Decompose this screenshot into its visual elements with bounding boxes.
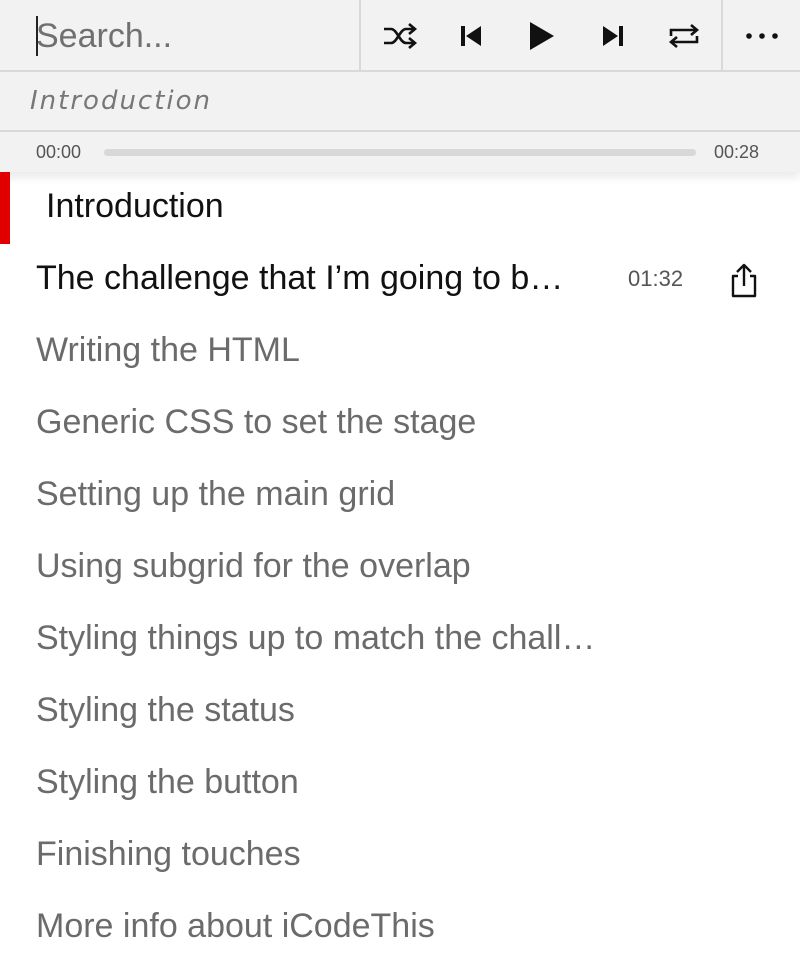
- chapter-label: Introduction: [46, 187, 224, 225]
- chapter-player: Introduction 00:00 00:28 Introduction Th…: [0, 0, 800, 964]
- player-toolbar: [0, 0, 800, 72]
- chapter-item[interactable]: Styling the status: [0, 676, 800, 748]
- chapter-item[interactable]: Generic CSS to set the stage: [0, 388, 800, 460]
- total-time: 00:28: [714, 142, 760, 162]
- chapter-label: Styling the button: [36, 763, 299, 801]
- next-button[interactable]: [593, 16, 633, 56]
- chapter-label: Styling the status: [36, 691, 295, 729]
- chapter-label: Styling things up to match the challenge: [36, 619, 596, 657]
- play-icon: [530, 22, 554, 50]
- more-horizontal-icon: [746, 33, 778, 39]
- chapter-item[interactable]: Styling things up to match the challenge: [0, 604, 800, 676]
- shuffle-icon: [384, 23, 418, 49]
- chapter-item[interactable]: Setting up the main grid: [0, 460, 800, 532]
- elapsed-time: 00:00: [36, 142, 82, 162]
- shuffle-button[interactable]: [380, 16, 420, 56]
- chapter-item[interactable]: Finishing touches: [0, 820, 800, 892]
- progress-track[interactable]: [104, 149, 696, 156]
- share-button[interactable]: [726, 260, 762, 300]
- chapter-item[interactable]: Writing the HTML: [0, 316, 800, 388]
- repeat-button[interactable]: [664, 16, 704, 56]
- chapter-label: Writing the HTML: [36, 331, 300, 369]
- chapter-item[interactable]: Introduction: [0, 172, 800, 244]
- current-chapter-bar: Introduction: [0, 72, 800, 132]
- chapter-label: Setting up the main grid: [36, 475, 396, 513]
- chapter-label: Using subgrid for the overlap: [36, 547, 471, 585]
- previous-button[interactable]: [451, 16, 491, 56]
- repeat-icon: [668, 24, 700, 48]
- chapter-item[interactable]: Using subgrid for the overlap: [0, 532, 800, 604]
- chapter-item[interactable]: The challenge that I’m going to b… 01:32: [0, 244, 800, 316]
- chapter-item[interactable]: More info about iCodeThis: [0, 892, 800, 964]
- chapter-label: Generic CSS to set the stage: [36, 403, 477, 441]
- more-options-button[interactable]: [742, 16, 782, 56]
- text-caret: [36, 16, 38, 56]
- chapter-item[interactable]: Styling the button: [0, 748, 800, 820]
- chapter-duration: 01:32: [628, 266, 684, 291]
- chapter-label: More info about iCodeThis: [36, 907, 435, 945]
- chapter-list: Introduction The challenge that I’m goin…: [0, 172, 800, 964]
- progress-row: 00:00 00:28: [0, 132, 800, 172]
- chapter-label: Finishing touches: [36, 835, 301, 873]
- share-icon: [731, 263, 757, 298]
- skip-next-icon: [603, 26, 623, 46]
- play-button[interactable]: [521, 16, 561, 56]
- search-box: [0, 0, 361, 72]
- search-input[interactable]: [36, 14, 336, 58]
- chapter-label: The challenge that I’m going to b…: [36, 259, 564, 297]
- toolbar-divider: [721, 0, 723, 72]
- current-chapter-title: Introduction: [30, 86, 213, 116]
- skip-previous-icon: [461, 26, 481, 46]
